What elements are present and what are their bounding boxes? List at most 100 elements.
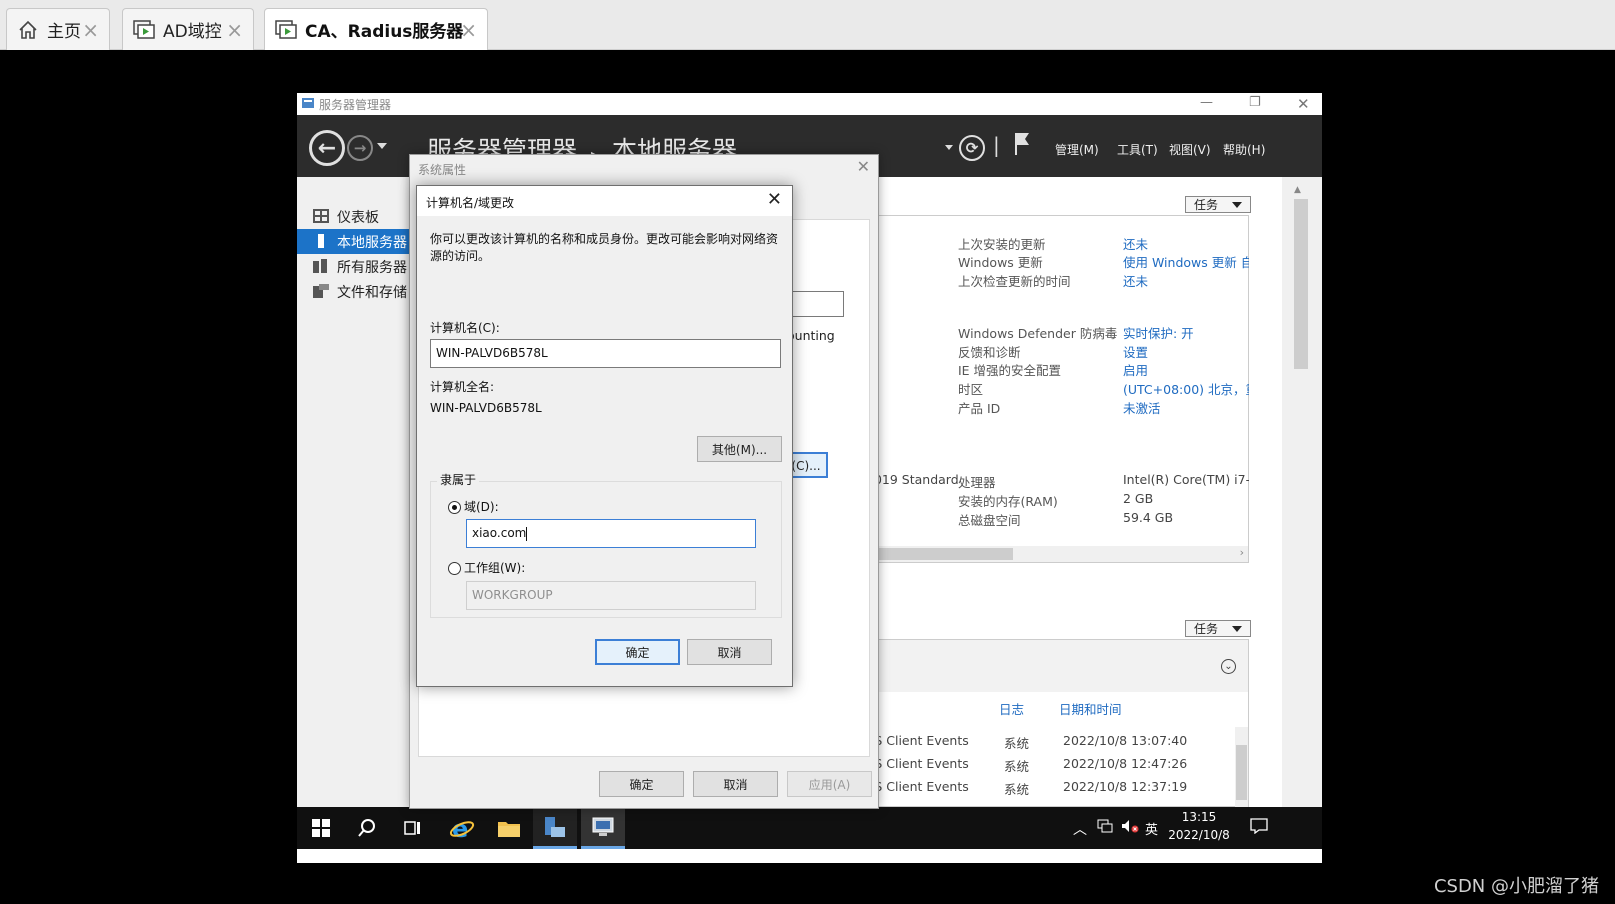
close-icon[interactable]: × [460, 18, 477, 42]
file-explorer-icon[interactable] [487, 807, 531, 849]
sidebar-item-file-storage[interactable]: 文件和存储 [297, 279, 422, 304]
events-scrollbar[interactable] [1235, 727, 1248, 807]
volume-muted-icon[interactable] [1121, 819, 1139, 836]
sidebar-item-local-server[interactable]: 本地服务器 [297, 229, 422, 254]
scrollbar-thumb[interactable] [1294, 199, 1308, 369]
restore-icon[interactable]: ❐ [1249, 95, 1261, 110]
back-button[interactable]: ← [309, 130, 345, 166]
more-button[interactable]: 其他(M)... [697, 436, 782, 462]
menu-help[interactable]: 帮助(H) [1223, 141, 1265, 158]
host-tab-home[interactable]: 主页 × [6, 8, 110, 50]
prop-value[interactable]: 未激活 [1123, 398, 1161, 417]
chevron-up-icon[interactable]: ︿ [1073, 819, 1087, 839]
ok-button[interactable]: 确定 [595, 639, 680, 665]
tasks-dropdown[interactable]: 任务 [1185, 196, 1251, 213]
sidebar-item-dashboard[interactable]: 仪表板 [297, 204, 422, 229]
prop-value[interactable]: 使用 Windows 更新 自动 [1123, 252, 1249, 271]
domain-input[interactable]: xiao.com [466, 519, 756, 548]
workgroup-input[interactable]: WORKGROUP [466, 581, 756, 610]
notification-icon[interactable] [1250, 818, 1268, 837]
dialog-description: 你可以更改该计算机的名称和成员身份。更改可能会影响对网络资源的访问。 [430, 232, 779, 263]
cancel-button[interactable]: 取消 [693, 771, 778, 797]
domain-input-value: xiao.com [472, 526, 527, 540]
apply-button[interactable]: 应用(A) [787, 771, 872, 797]
prop-label: IE 增强的安全配置 [958, 363, 1062, 378]
prop-label: Windows 更新 [958, 255, 1043, 270]
expand-icon[interactable]: ⌄ [1221, 659, 1236, 674]
refresh-icon[interactable]: ⟳ [959, 135, 985, 161]
workgroup-radio[interactable] [448, 562, 461, 575]
ok-button[interactable]: 确定 [599, 771, 684, 797]
computer-name-label: 计算机名(C): [430, 321, 500, 335]
event-source: NS Client Events [865, 733, 969, 748]
domain-radio[interactable] [448, 501, 461, 514]
chevron-down-icon[interactable] [945, 145, 953, 150]
menu-view[interactable]: 视图(V) [1169, 141, 1211, 158]
clock-time[interactable]: 13:15 [1163, 810, 1235, 824]
vm-icon [275, 19, 297, 41]
scrollbar-thumb[interactable] [863, 548, 1013, 560]
window-title: 服务器管理器 [319, 97, 392, 112]
event-log: 系统 [1004, 736, 1030, 751]
prop-value[interactable]: 还未 [1123, 271, 1148, 290]
vertical-scrollbar[interactable]: ▲ [1282, 177, 1322, 807]
forward-button[interactable]: → [347, 135, 373, 161]
event-log: 系统 [1004, 759, 1030, 774]
hw-value: Intel(R) Core(TM) i7-85 [1123, 472, 1249, 487]
events-tasks-dropdown[interactable]: 任务 [1185, 620, 1251, 637]
close-icon[interactable]: × [226, 18, 243, 42]
computer-name-input[interactable]: WIN-PALVD6B578L [430, 339, 781, 368]
prop-value[interactable]: 还未 [1123, 234, 1148, 253]
watermark: CSDN @小肥溜了猪 [1433, 876, 1599, 897]
hw-value: 59.4 GB [1123, 510, 1174, 525]
cancel-button[interactable]: 取消 [687, 639, 772, 665]
chevron-up-icon[interactable]: ▲ [1294, 185, 1301, 195]
divider: | [993, 133, 1000, 157]
prop-value[interactable]: (UTC+08:00) 北京，重庆 [1123, 379, 1249, 398]
system-properties-taskbar-icon[interactable] [581, 807, 625, 849]
clock-date[interactable]: 2022/10/8 [1163, 828, 1235, 842]
storage-icon [313, 284, 329, 298]
chevron-right-icon[interactable]: › [1240, 546, 1244, 559]
menu-tools[interactable]: 工具(T) [1117, 141, 1158, 158]
sidebar-item-label: 仪表板 [337, 209, 379, 226]
prop-label: Windows Defender 防病毒 [958, 326, 1118, 341]
description-field[interactable] [788, 291, 844, 317]
flag-icon[interactable] [1013, 131, 1031, 161]
host-tab-ca-radius[interactable]: CA、Radius服务器 × [264, 8, 488, 50]
prop-value[interactable]: 设置 [1123, 342, 1148, 361]
prop-label: 时区 [958, 382, 984, 397]
search-icon[interactable] [345, 807, 389, 849]
hw-value: 2 GB [1123, 491, 1154, 506]
start-button[interactable] [299, 807, 343, 849]
close-icon[interactable]: ✕ [857, 157, 870, 176]
task-view-icon[interactable] [391, 807, 435, 849]
network-icon[interactable] [1097, 819, 1113, 836]
events-col-datetime[interactable]: 日期和时间 [1059, 699, 1122, 718]
close-icon[interactable]: ✕ [1297, 95, 1310, 113]
windows-taskbar: e ︿ 英 13:15 2022/10/8 [297, 807, 1322, 849]
chevron-down-icon[interactable] [377, 143, 387, 149]
menu-manage[interactable]: 管理(M) [1055, 141, 1099, 158]
server-icon [313, 234, 329, 248]
dialog-title: 系统属性 [418, 163, 467, 177]
minimize-icon[interactable]: — [1200, 95, 1213, 110]
chevron-down-icon [1232, 626, 1242, 632]
scrollbar-thumb[interactable] [1236, 745, 1247, 800]
sidebar-item-all-servers[interactable]: 所有服务器 [297, 254, 422, 279]
hw-label: 安装的内存(RAM) [958, 494, 1058, 509]
host-tab-label: CA、Radius服务器 [305, 22, 464, 42]
ime-indicator[interactable]: 英 [1145, 819, 1158, 838]
close-icon[interactable]: × [82, 18, 99, 42]
chevron-down-icon [1232, 202, 1242, 208]
host-tab-ad[interactable]: AD域控 × [122, 8, 254, 50]
close-icon[interactable]: ✕ [767, 189, 782, 210]
prop-value[interactable]: 实时保护: 开 [1123, 323, 1194, 342]
server-manager-taskbar-icon[interactable] [533, 807, 577, 849]
ie-icon[interactable]: e [440, 807, 484, 849]
prop-value[interactable]: 启用 [1123, 360, 1148, 379]
host-tab-label: 主页 [47, 22, 81, 42]
events-col-log[interactable]: 日志 [999, 699, 1024, 718]
event-log: 系统 [1004, 782, 1030, 797]
horizontal-scrollbar[interactable]: › [853, 546, 1248, 562]
